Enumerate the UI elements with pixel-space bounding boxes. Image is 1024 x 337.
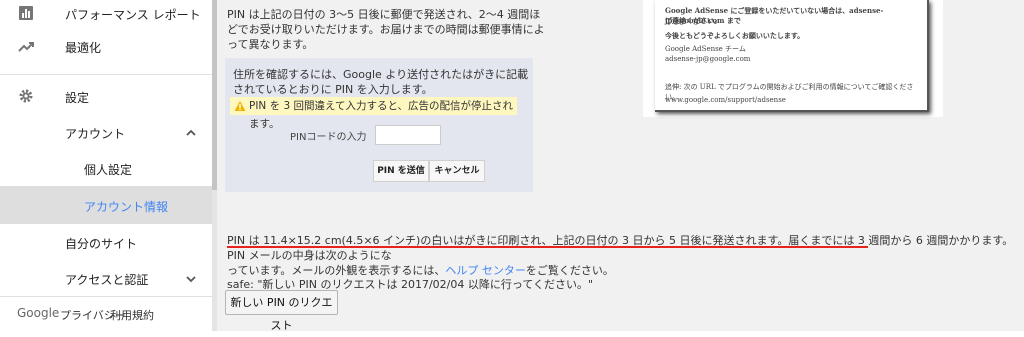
chevron-down-icon[interactable] [184,272,198,286]
letter-line: ご連絡ください。 [665,16,721,25]
letter-line: adsense-jp@google.com [665,55,751,63]
sidebar-item-settings[interactable]: 設定 [0,78,212,114]
sidebar-item-personal-settings[interactable]: 個人設定 [0,150,212,186]
sidebar-item-performance-reports[interactable]: パフォーマンス レポート [0,0,212,28]
request-new-pin-button[interactable]: 新しい PIN のリクエスト [225,290,338,332]
sidebar-item-label: アカウント情報 [84,200,169,214]
warning-icon [234,100,246,112]
pin-input-label: PINコードの入力 [290,132,367,143]
sidebar-footer: Google プライバシー 利用規約 [0,297,212,331]
terms-link[interactable]: 利用規約 [110,307,154,323]
chevron-up-icon[interactable] [184,126,198,140]
bar-chart-icon [18,5,34,21]
gear-icon [18,88,34,104]
sidebar-item-optimization[interactable]: 最適化 [0,28,212,64]
pin-warning: PIN を 3 回間違えて入力すると、広告の配信が停止されます。 [230,97,517,130]
letter-line: Google AdSense チーム [665,45,746,53]
sidebar-item-label: アクセスと認証 [65,273,149,287]
google-logo: Google [17,306,60,320]
sidebar-item-label: 設定 [65,91,90,105]
pin-description: PIN は 11.4×15.2 cm(4.5×6 インチ)の白いはがきに印刷され… [227,233,1017,278]
letter-paper: Google AdSense にご登録をいただいていない場合は、adsense-… [655,0,929,112]
pin-instruction: 住所を確認するには、Google より送付されたはがきに記載されているとおりに … [233,68,529,96]
submit-pin-button[interactable]: PIN を送信 [373,160,429,182]
cancel-button[interactable]: キャンセル [429,160,485,182]
pin-entry-box: 住所を確認するには、Google より送付されたはがきに記載されているとおりに … [225,58,533,192]
letter-line: www.google.com/support/adsense [665,96,786,104]
red-underline-annotation [227,246,868,248]
letter-line: 今後ともどうぞよろしくお願いいたします。 [665,31,805,40]
sidebar: パフォーマンス レポート 最適化 設定 アカウント 個人設定 アカウント情報 自… [0,0,212,331]
sidebar-item-label: 自分のサイト [65,237,138,251]
sidebar-item-label: 個人設定 [84,163,133,177]
sidebar-item-account[interactable]: アカウント [0,114,212,150]
sidebar-item-label: パフォーマンス レポート [65,8,201,22]
sidebar-item-access-auth[interactable]: アクセスと認証 [0,260,212,296]
sidebar-item-label: アカウント [65,127,126,141]
sidebar-item-account-info[interactable]: アカウント情報 [0,186,212,224]
divider [0,74,212,75]
sidebar-item-my-sites[interactable]: 自分のサイト [0,224,212,260]
intro-text: PIN は上記の日付の 3〜5 日後に郵便で発送され、2〜4 週間ほどでお受け取… [227,8,545,51]
trending-up-icon [18,39,34,55]
sidebar-item-label: 最適化 [65,41,102,55]
pin-input[interactable] [375,125,441,145]
pin-description-rest: PIN メールの中身は次のようにな [227,249,392,262]
